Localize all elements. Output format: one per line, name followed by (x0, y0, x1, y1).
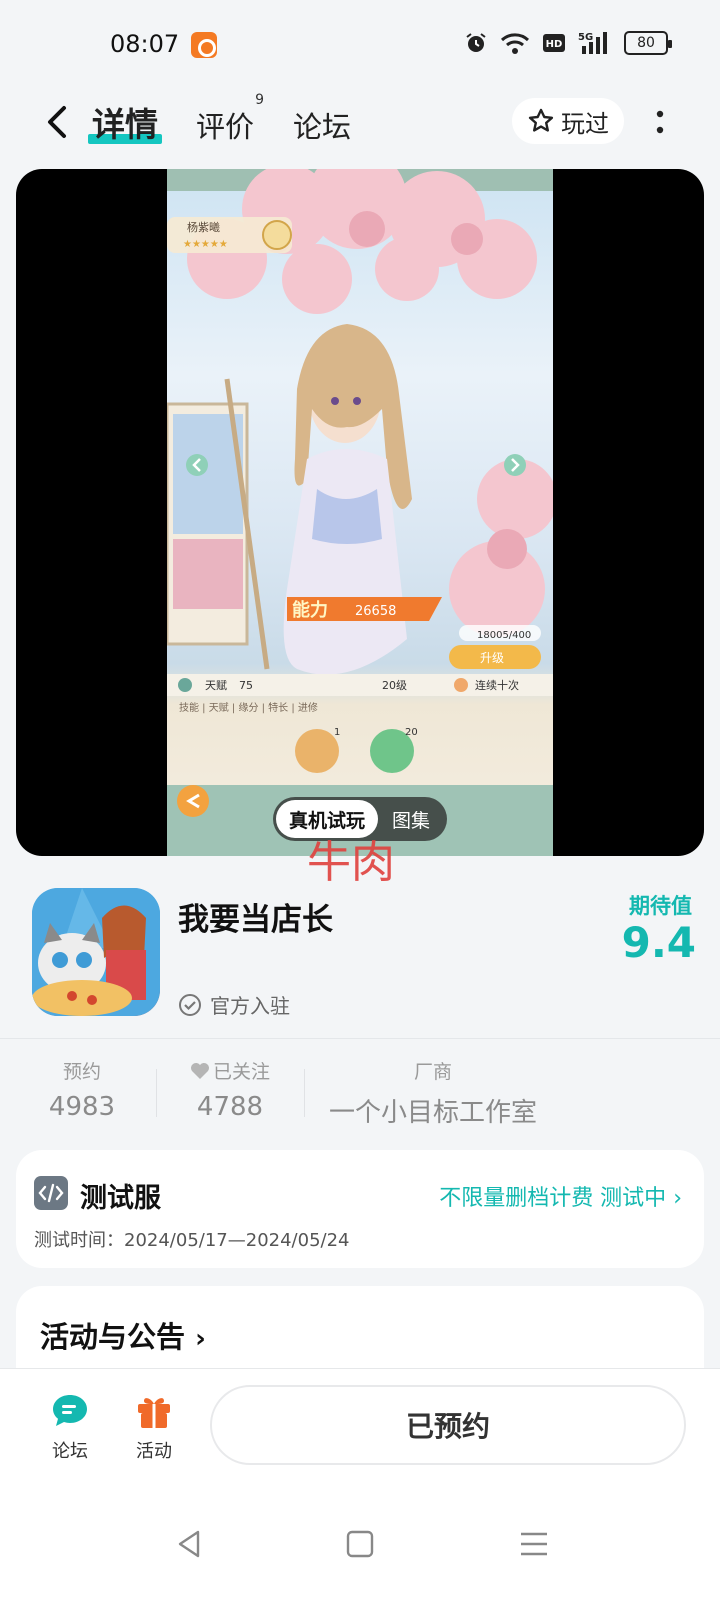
test-server-title: 测试服 (80, 1183, 161, 1214)
level-text: 20级 (382, 679, 407, 692)
skill-tabs-text: 技能 | 天赋 | 缘分 | 特长 | 进修 (179, 701, 318, 714)
chat-bubble-icon (53, 1395, 87, 1426)
talent-label: 天赋 (205, 679, 227, 692)
star-outline-icon (528, 108, 554, 132)
gift-icon (138, 1398, 170, 1428)
stat-reservations-label: 预约 (62, 1061, 101, 1083)
stat-developer-value: 一个小目标工作室 (328, 1098, 537, 1128)
played-button-label: 玩过 (561, 109, 609, 138)
upgrade-label: 升级 (480, 651, 504, 665)
activity-title: 活动与公告 (40, 1320, 186, 1354)
expectation-score: 9.4 (621, 918, 696, 967)
top-navigation: 详情 评价 9 论坛 玩过 (0, 90, 720, 154)
back-arrow-icon[interactable] (38, 102, 78, 142)
heart-icon (190, 1062, 209, 1079)
svg-text:★★★★★: ★★★★★ (183, 239, 228, 250)
signal-5g-icon: 5G (578, 32, 607, 54)
home-square-icon[interactable] (342, 1526, 378, 1562)
power-label: 能力 (292, 599, 328, 621)
app-icon[interactable] (32, 888, 160, 1016)
stat-divider (156, 1069, 157, 1117)
reviews-count-badge: 9 (255, 92, 265, 108)
activity-shortcut[interactable]: 活动 (124, 1391, 184, 1463)
tab-details[interactable]: 详情 (88, 98, 162, 146)
svg-text:5G: 5G (578, 32, 593, 43)
app-title: 我要当店长 (178, 902, 333, 938)
stat-developer-label: 厂商 (413, 1061, 452, 1083)
app-icon-art (32, 888, 160, 1016)
activity-shortcut-label: 活动 (136, 1441, 172, 1462)
talent-value: 75 (239, 679, 253, 692)
stat-reservations: 预约 4983 (40, 1057, 124, 1122)
stat-followers-value: 4788 (196, 1092, 264, 1122)
game-screenshot: 杨紫曦 ★★★★★ 能力 26658 18005/400 升级 天赋 75 20… (167, 169, 553, 856)
bottom-action-bar: 论坛 活动 已预约 (0, 1368, 720, 1490)
stat-developer[interactable]: 厂商 一个小目标工作室 (318, 1057, 548, 1129)
alarm-icon (466, 33, 486, 52)
check-circle-icon (179, 993, 201, 1016)
tab-details-label: 详情 (92, 105, 158, 144)
official-label: 官方入驻 (210, 994, 290, 1018)
system-navigation-bar (0, 1490, 720, 1600)
media-viewer[interactable]: 杨紫曦 ★★★★★ 能力 26658 18005/400 升级 天赋 75 20… (16, 169, 704, 856)
more-vertical-icon[interactable] (648, 108, 672, 136)
stats-row: 预约 4983 已关注 4788 厂商 一个小目标工作室 (0, 1038, 720, 1128)
test-server-status-text: 不限量删档计费 测试中 (439, 1186, 667, 1211)
progress-text: 18005/400 (477, 630, 531, 641)
status-time: 08:07 (110, 30, 180, 58)
forum-shortcut[interactable]: 论坛 (40, 1391, 100, 1463)
reserved-button[interactable]: 已预约 (210, 1385, 686, 1465)
tab-reviews[interactable]: 评价 9 (196, 92, 264, 146)
wifi-icon (500, 33, 530, 54)
stat-divider (304, 1069, 305, 1117)
tab-forum[interactable]: 论坛 (293, 104, 351, 146)
continuous-text: 连续十次 (475, 678, 519, 692)
status-bar: 08:07 HD 5G 80 (0, 0, 720, 90)
code-icon (34, 1176, 68, 1210)
game-scene-illustration: 杨紫曦 ★★★★★ 能力 26658 18005/400 升级 天赋 75 20… (167, 169, 553, 856)
character-name: 杨紫曦 (187, 220, 220, 234)
hd-icon: HD (543, 34, 565, 52)
stat-followers-label: 已关注 (212, 1061, 270, 1083)
test-server-time: 测试时间：2024/05/17—2024/05/24 (34, 1230, 350, 1251)
back-triangle-icon[interactable] (172, 1526, 208, 1562)
tab-forum-label: 论坛 (293, 110, 352, 144)
activity-title-row[interactable]: 活动与公告 › (40, 1314, 206, 1356)
official-verified: 官方入驻 (178, 990, 290, 1019)
skill-badge-1: 1 (334, 727, 340, 738)
forum-shortcut-label: 论坛 (52, 1441, 88, 1462)
app-info-section: 我要当店长 官方入驻 期待值 9.4 (0, 870, 720, 1038)
expectation-label: 期待值 (629, 894, 692, 918)
battery-indicator: 80 (624, 31, 672, 55)
stat-followers-label-row: 已关注 (180, 1057, 280, 1084)
skill-badge-2: 20 (405, 727, 418, 738)
menu-lines-icon[interactable] (516, 1526, 552, 1562)
test-server-card[interactable]: 测试服 不限量删档计费 测试中 › 测试时间：2024/05/17—2024/0… (16, 1150, 704, 1268)
chevron-right-icon: › (195, 1324, 206, 1354)
tab-reviews-label: 评价 (196, 110, 255, 144)
notification-app-icon (191, 32, 217, 58)
stat-reservations-value: 4983 (48, 1092, 116, 1122)
played-button[interactable]: 玩过 (512, 98, 624, 144)
svg-text:HD: HD (546, 39, 563, 50)
power-value: 26658 (355, 604, 396, 619)
stat-followers[interactable]: 已关注 4788 (180, 1057, 280, 1122)
status-icons: HD 5G 80 (464, 30, 672, 56)
test-server-status[interactable]: 不限量删档计费 测试中 › (439, 1180, 682, 1212)
chevron-right-icon: › (673, 1186, 682, 1211)
